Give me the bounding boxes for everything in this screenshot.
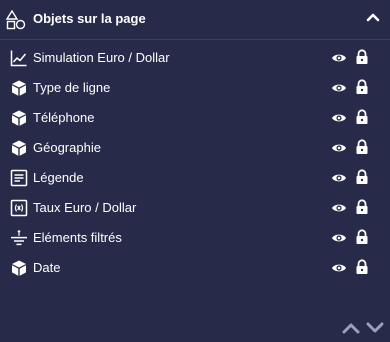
filter-icon <box>11 230 27 246</box>
scroll-controls <box>340 320 388 336</box>
cube-icon <box>12 140 26 156</box>
list-item[interactable]: Téléphone <box>0 103 390 133</box>
eye-icon[interactable] <box>331 171 347 185</box>
legend-icon <box>10 169 28 187</box>
list-item-label: Eléments filtrés <box>33 230 122 245</box>
list-item-label: Géographie <box>33 140 101 155</box>
cube-icon <box>12 110 26 126</box>
eye-icon[interactable] <box>331 81 347 95</box>
lock-icon[interactable] <box>355 79 369 95</box>
lock-icon[interactable] <box>355 259 369 275</box>
list-item[interactable]: Date <box>0 253 390 283</box>
eye-icon[interactable] <box>331 51 347 65</box>
eye-icon[interactable] <box>331 231 347 245</box>
list-item[interactable]: Simulation Euro / Dollar <box>0 43 390 73</box>
line-chart-icon <box>10 50 27 67</box>
lock-icon[interactable] <box>355 109 369 125</box>
list-item[interactable]: Eléments filtrés <box>0 223 390 253</box>
cube-icon <box>12 260 26 276</box>
list-item-label: Légende <box>33 170 84 185</box>
eye-icon[interactable] <box>331 111 347 125</box>
lock-icon[interactable] <box>355 229 369 245</box>
objects-panel: Objets sur la page Simulation Euro / Dol… <box>0 0 390 342</box>
list-item-label: Taux Euro / Dollar <box>33 200 137 215</box>
list-item-label: Téléphone <box>33 110 95 125</box>
list-item-label: Simulation Euro / Dollar <box>33 50 170 65</box>
lock-icon[interactable] <box>355 139 369 155</box>
lock-icon[interactable] <box>355 49 369 65</box>
list-item[interactable]: Légende <box>0 163 390 193</box>
panel-header[interactable]: Objets sur la page <box>0 0 390 40</box>
eye-icon[interactable] <box>331 201 347 215</box>
list-item[interactable]: Géographie <box>0 133 390 163</box>
cube-icon <box>12 80 26 96</box>
list-item-label: Type de ligne <box>33 80 111 95</box>
eye-icon[interactable] <box>331 141 347 155</box>
panel-title: Objets sur la page <box>33 11 146 26</box>
chevron-up-icon[interactable] <box>364 8 382 26</box>
list-item-label: Date <box>33 260 61 275</box>
lock-icon[interactable] <box>355 199 369 215</box>
shapes-icon <box>6 10 26 30</box>
scroll-up-icon[interactable] <box>341 320 361 336</box>
list-item[interactable]: Taux Euro / Dollar <box>0 193 390 223</box>
variable-icon <box>10 199 28 217</box>
lock-icon[interactable] <box>355 169 369 185</box>
list-item[interactable]: Type de ligne <box>0 73 390 103</box>
eye-icon[interactable] <box>331 261 347 275</box>
scroll-down-icon[interactable] <box>365 320 385 336</box>
objects-list: Simulation Euro / Dollar Type de ligne T… <box>0 43 390 283</box>
